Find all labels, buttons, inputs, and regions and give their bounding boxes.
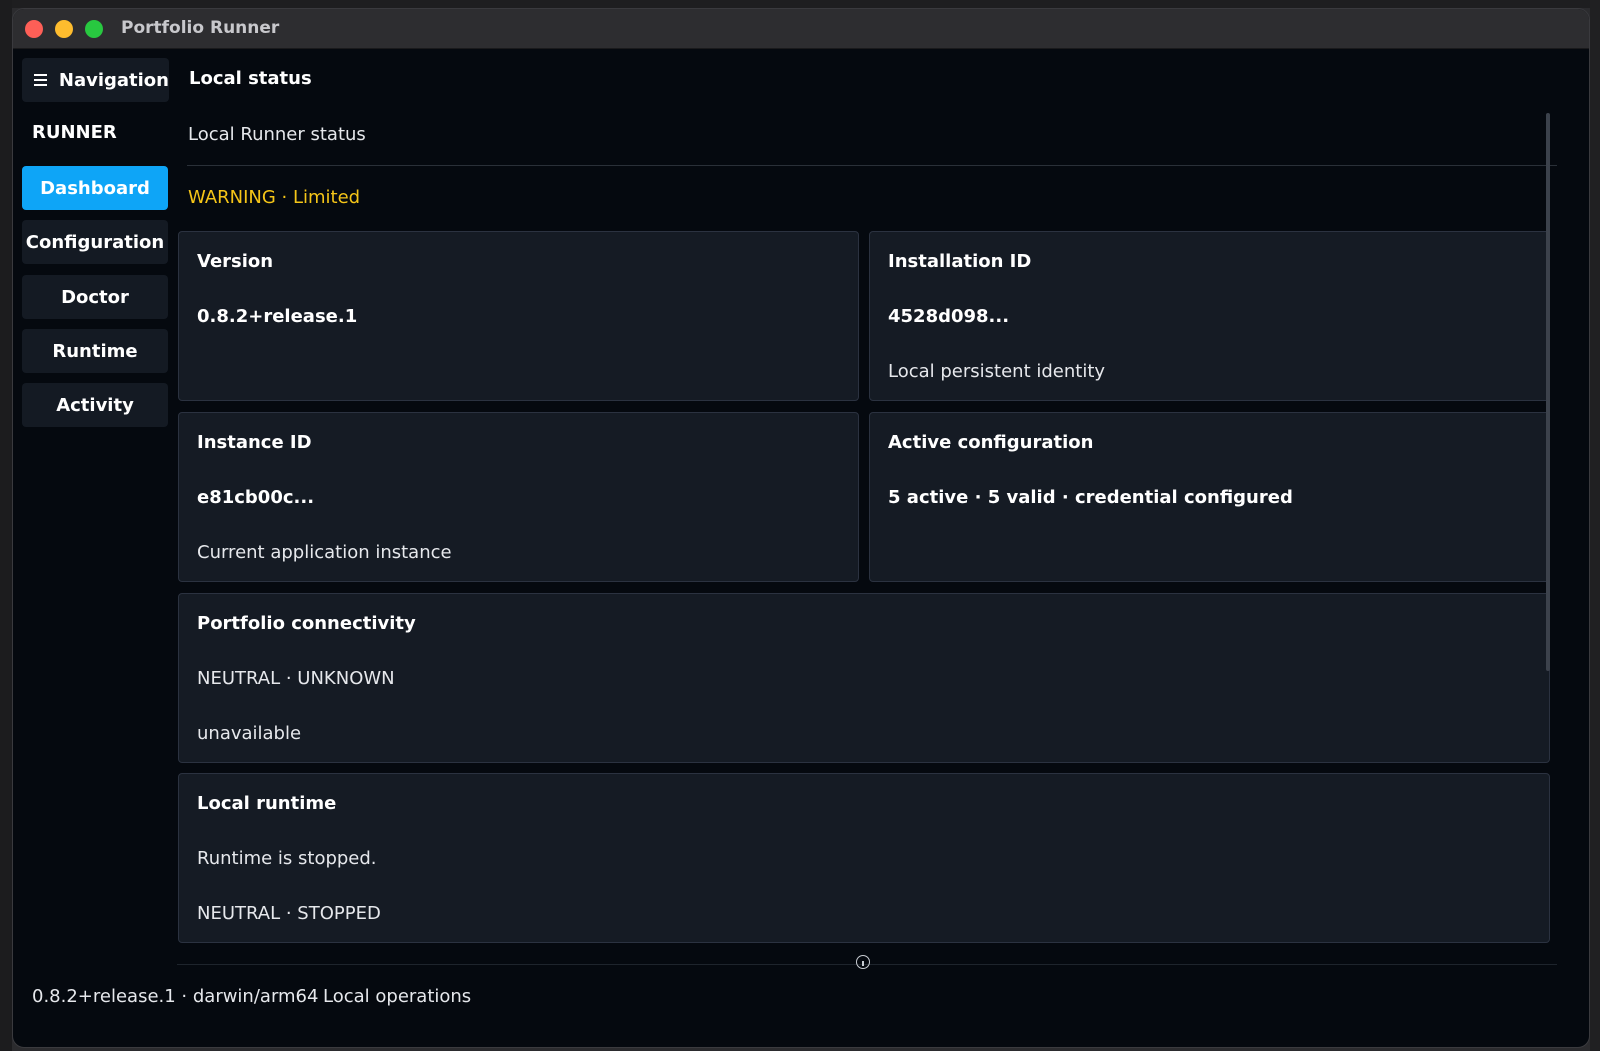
installation-id-note: Local persistent identity: [888, 361, 1106, 382]
maximize-window-button[interactable]: [85, 20, 103, 38]
sidebar-item-label: Dashboard: [40, 177, 150, 199]
card-title: Instance ID: [197, 432, 312, 453]
close-window-button[interactable]: [25, 20, 43, 38]
sidebar-item-runtime[interactable]: Runtime: [22, 329, 168, 373]
content-header: Local Runner status: [187, 112, 1557, 166]
sidebar-item-doctor[interactable]: Doctor: [22, 275, 168, 319]
window-title: Portfolio Runner: [121, 18, 280, 38]
version-card: Version 0.8.2+release.1: [178, 231, 859, 401]
card-title: Installation ID: [888, 251, 1032, 272]
content-scrollbar[interactable]: [1546, 113, 1550, 671]
footer-version-platform: 0.8.2+release.1 · darwin/arm64: [32, 986, 319, 1007]
sidebar-item-label: Doctor: [61, 286, 129, 308]
navigation-toggle-button[interactable]: Navigation: [22, 58, 169, 102]
instance-id-card: Instance ID e81cb00c... Current applicat…: [178, 412, 859, 582]
status-warning: WARNING · Limited: [188, 187, 361, 208]
sidebar-item-label: Runtime: [52, 340, 138, 362]
sidebar-item-label: Configuration: [25, 231, 165, 253]
desktop-background-top: [0, 0, 1600, 8]
page-title: Local status: [189, 68, 312, 89]
info-icon[interactable]: [856, 955, 870, 969]
runtime-status: NEUTRAL · STOPPED: [197, 903, 381, 924]
app-window: Portfolio Runner Navigation Local status…: [12, 8, 1590, 1048]
installation-id-card: Installation ID 4528d098... Local persis…: [869, 231, 1550, 401]
card-title: Version: [197, 251, 274, 272]
desktop-background-left: [0, 0, 12, 1051]
active-configuration-value: 5 active · 5 valid · credential configur…: [888, 487, 1293, 508]
local-runtime-card: Local runtime Runtime is stopped. NEUTRA…: [178, 773, 1550, 943]
title-bar: Portfolio Runner: [13, 9, 1589, 49]
installation-id-value: 4528d098...: [888, 306, 1010, 327]
version-value: 0.8.2+release.1: [197, 306, 358, 327]
sidebar-item-dashboard[interactable]: Dashboard: [22, 166, 168, 210]
hamburger-icon: [34, 74, 47, 86]
minimize-window-button[interactable]: [55, 20, 73, 38]
card-title: Local runtime: [197, 793, 337, 814]
card-title: Active configuration: [888, 432, 1094, 453]
desktop-background-right: [1590, 0, 1600, 1051]
instance-id-note: Current application instance: [197, 542, 452, 563]
sidebar-group-label: RUNNER: [32, 122, 117, 143]
sidebar-item-configuration[interactable]: Configuration: [22, 220, 168, 264]
content-header-title: Local Runner status: [188, 124, 366, 145]
portfolio-connectivity-card: Portfolio connectivity NEUTRAL · UNKNOWN…: [178, 593, 1550, 763]
sidebar-item-label: Activity: [56, 394, 134, 416]
runtime-message: Runtime is stopped.: [197, 848, 377, 869]
sidebar-item-activity[interactable]: Activity: [22, 383, 168, 427]
connectivity-detail: unavailable: [197, 723, 302, 744]
navigation-label: Navigation: [58, 69, 169, 91]
connectivity-status: NEUTRAL · UNKNOWN: [197, 668, 395, 689]
footer-mode: Local operations: [323, 986, 472, 1007]
card-title: Portfolio connectivity: [197, 613, 416, 634]
active-configuration-card: Active configuration 5 active · 5 valid …: [869, 412, 1550, 582]
instance-id-value: e81cb00c...: [197, 487, 315, 508]
